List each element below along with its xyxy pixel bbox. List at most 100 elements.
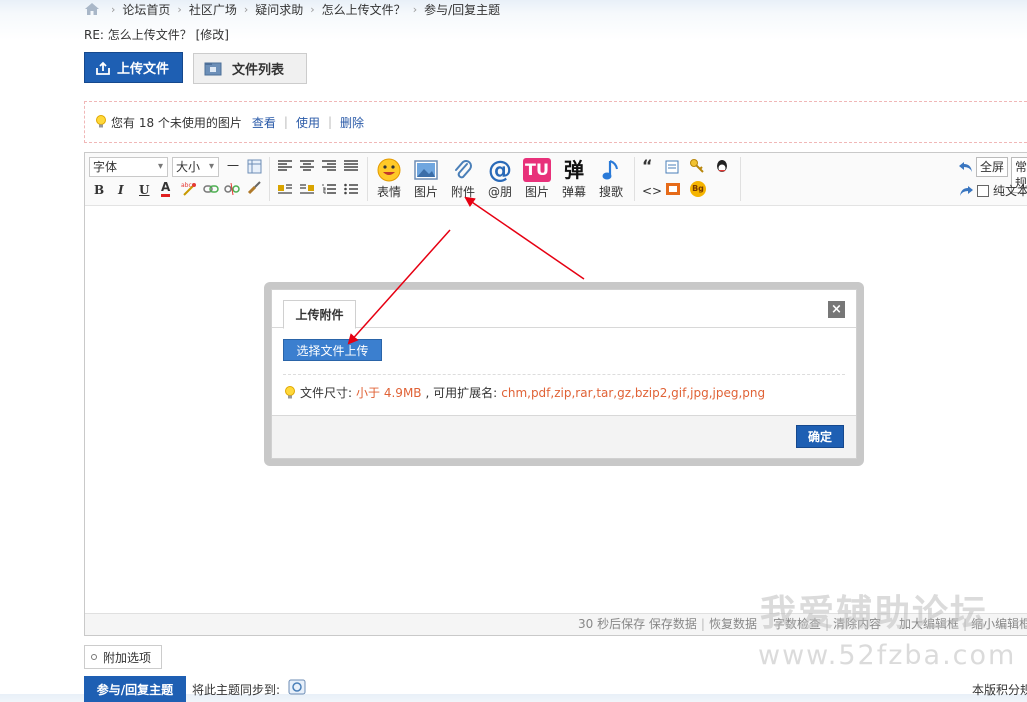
table-icon[interactable] [247,159,262,174]
at-friend-button[interactable]: @ @朋 [483,157,517,200]
underline-button[interactable]: U [139,182,149,198]
breadcrumb-current: 参与/回复主题 [424,2,501,17]
image-button[interactable]: 图片 [409,157,443,200]
file-list-button[interactable]: 文件列表 [193,53,307,84]
breadcrumb-separator: › [111,2,116,16]
divider: | [327,115,333,129]
autosave-text[interactable]: 30 秒后保存 保存数据 [578,617,697,631]
use-images-link[interactable]: 使用 [296,114,320,131]
font-color-button[interactable]: A [161,181,171,197]
view-images-link[interactable]: 查看 [252,114,276,131]
emoji-button[interactable]: 表情 [372,157,406,200]
float-left-icon[interactable] [278,183,292,195]
sync-label: 将此主题同步到: [192,683,281,697]
free-tag-icon[interactable] [665,160,679,174]
align-right-icon[interactable] [322,160,336,172]
image-label: 图片 [413,185,438,199]
confirm-button[interactable]: 确定 [796,425,844,448]
tu-image-button[interactable]: TU 图片 [520,157,554,200]
reply-submit-button[interactable]: 参与/回复主题 [84,676,186,702]
unused-images-notice: 您有 18 个未使用的图片 查看 | 使用 | 删除 [84,101,1027,143]
upload-file-label: 上传文件 [117,62,170,77]
link-icon[interactable] [203,183,219,195]
edit-subject-link[interactable]: [修改] [196,28,229,42]
breadcrumb: › 论坛首页 › 社区广场 › 疑问求助 › 怎么上传文件？ › 参与/回复主题 [84,0,500,18]
align-justify-icon[interactable] [344,160,358,172]
close-icon[interactable]: × [828,301,845,318]
weibo-sync-icon[interactable] [288,679,306,695]
dialog-tabs: 上传附件 × [272,290,856,329]
align-center-icon[interactable] [300,160,314,172]
breadcrumb-separator: › [177,2,182,16]
flash-icon[interactable] [665,182,681,196]
format-brush-icon[interactable] [246,180,262,196]
unordered-list-icon[interactable] [344,183,358,195]
ordered-list-icon[interactable] [322,183,336,195]
extensions-value: chm,pdf,zip,rar,tar,gz,bzip2,gif,jpg,jpe… [501,385,766,400]
folder-icon [204,62,222,76]
image-icon [414,160,438,180]
italic-button[interactable]: I [118,182,124,198]
fullscreen-button[interactable]: 全屏 [976,157,1009,177]
breadcrumb-separator: › [310,2,315,16]
breadcrumb-help[interactable]: 疑问求助 [255,1,303,18]
autosave-status: 30 秒后保存 保存数据 | 恢复数据 [578,617,757,631]
background-icon[interactable]: Bg [690,181,706,197]
danmaku-button[interactable]: 弹 弹幕 [557,157,591,200]
breadcrumb-square[interactable]: 社区广场 [189,1,237,18]
extensions-label: , 可用扩展名: [425,386,498,400]
quote-icon[interactable]: “ [642,158,653,174]
subject-text: RE: 怎么上传文件？ [84,28,192,42]
at-icon: @ [488,156,512,184]
font-size-select[interactable]: 大小 [172,157,219,177]
breadcrumb-separator: › [243,2,249,16]
tu-image-label: 图片 [524,185,549,199]
breadcrumb-separator: › [412,2,418,16]
restore-data-link[interactable]: 恢复数据 [709,617,757,631]
undo-icon[interactable] [958,161,974,173]
delete-images-link[interactable]: 删除 [340,114,364,131]
at-friend-label: @朋 [487,185,512,199]
lightbulb-icon [96,115,106,128]
music-button[interactable]: 搜歌 [594,157,628,200]
attachment-button[interactable]: 附件 [446,157,480,200]
redo-icon[interactable] [958,185,974,197]
dialog-footer: 确定 [272,415,856,458]
extra-options-label: 附加选项 [103,650,152,665]
size-value: 小于 4.9MB [356,386,422,400]
horizontal-rule-button[interactable]: 一 [226,158,240,174]
unused-images-text: 您有 18 个未使用的图片 [111,115,242,130]
font-family-select[interactable]: 字体 [89,157,168,177]
spellcheck-label: abc [181,182,192,189]
divider [283,374,845,375]
dialog-body: 上传附件 × 选择文件上传 文件尺寸: 小于 4.9MB , 可用扩展名: ch… [271,289,857,459]
watermark-title: 我爱辅助论坛 [760,593,989,634]
watermark-url: www.52fzba.com [758,640,1017,671]
music-note-icon [602,160,618,180]
qq-icon[interactable] [714,158,730,174]
extra-options-button[interactable]: 附加选项 [84,645,162,669]
tab-upload-attachment[interactable]: 上传附件 [283,300,356,329]
choose-file-button[interactable]: 选择文件上传 [283,339,382,361]
float-right-icon[interactable] [300,183,314,195]
reply-subject: RE: 怎么上传文件？ [修改] [84,26,229,43]
forum-points-rules-link[interactable]: 本版积分规 [972,681,1027,698]
paperclip-icon [455,160,472,179]
unlink-icon[interactable] [224,183,240,195]
key-icon[interactable] [689,158,705,174]
upload-file-button[interactable]: 上传文件 [84,52,183,83]
emoji-label: 表情 [376,185,401,199]
size-label: 文件尺寸: [300,386,353,400]
breadcrumb-thread[interactable]: 怎么上传文件？ [322,1,406,18]
align-left-icon[interactable] [278,160,292,172]
breadcrumb-home[interactable]: 论坛首页 [122,1,170,18]
music-label: 搜歌 [598,185,623,199]
bold-button[interactable]: B [94,182,104,198]
divider: | [283,115,288,129]
plain-text-checkbox[interactable] [977,185,989,197]
spellcheck-icon[interactable]: abc [181,181,197,197]
code-icon[interactable]: <> [642,183,662,199]
home-icon[interactable] [84,2,100,16]
lightbulb-icon [285,385,295,398]
file-constraints: 文件尺寸: 小于 4.9MB , 可用扩展名: chm,pdf,zip,rar,… [284,384,765,401]
